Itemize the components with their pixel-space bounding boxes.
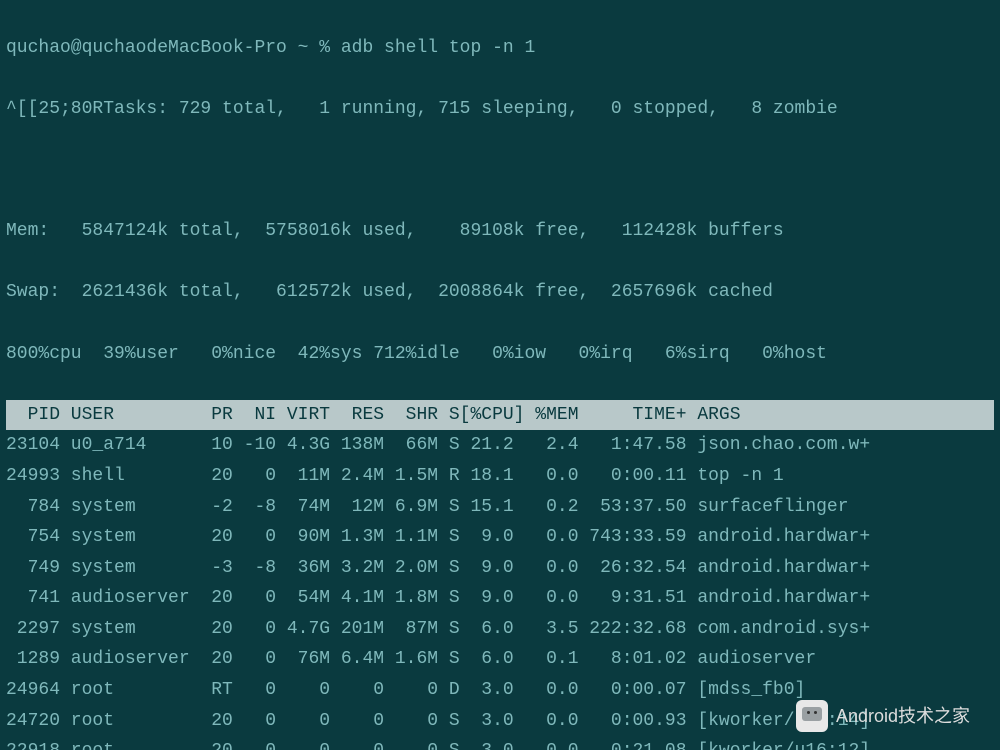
process-row: 754 system 20 0 90M 1.3M 1.1M S 9.0 0.0 … [6,522,994,553]
swap-summary: Swap: 2621436k total, 612572k used, 2008… [6,277,994,308]
tasks-summary: ^[[25;80RTasks: 729 total, 1 running, 71… [6,94,994,125]
process-row: 23104 u0_a714 10 -10 4.3G 138M 66M S 21.… [6,430,994,461]
process-row: 1289 audioserver 20 0 76M 6.4M 1.6M S 6.… [6,644,994,675]
process-row: 741 audioserver 20 0 54M 4.1M 1.8M S 9.0… [6,583,994,614]
process-row: 2297 system 20 0 4.7G 201M 87M S 6.0 3.5… [6,614,994,645]
process-row: 749 system -3 -8 36M 3.2M 2.0M S 9.0 0.0… [6,553,994,584]
watermark: Android技术之家 [796,700,970,732]
blank-line [6,155,994,186]
wechat-icon [796,700,828,732]
command-prompt: quchao@quchaodeMacBook-Pro ~ % adb shell… [6,33,994,64]
process-row: 784 system -2 -8 74M 12M 6.9M S 15.1 0.2… [6,492,994,523]
watermark-text: Android技术之家 [836,701,970,732]
process-table-header: PID USER PR NI VIRT RES SHR S[%CPU] %MEM… [6,400,994,431]
terminal-output[interactable]: quchao@quchaodeMacBook-Pro ~ % adb shell… [0,0,1000,750]
mem-summary: Mem: 5847124k total, 5758016k used, 8910… [6,216,994,247]
cpu-summary: 800%cpu 39%user 0%nice 42%sys 712%idle 0… [6,339,994,370]
process-row: 22918 root 20 0 0 0 0 S 3.0 0.0 0:21.08 … [6,736,994,750]
process-row: 24993 shell 20 0 11M 2.4M 1.5M R 18.1 0.… [6,461,994,492]
